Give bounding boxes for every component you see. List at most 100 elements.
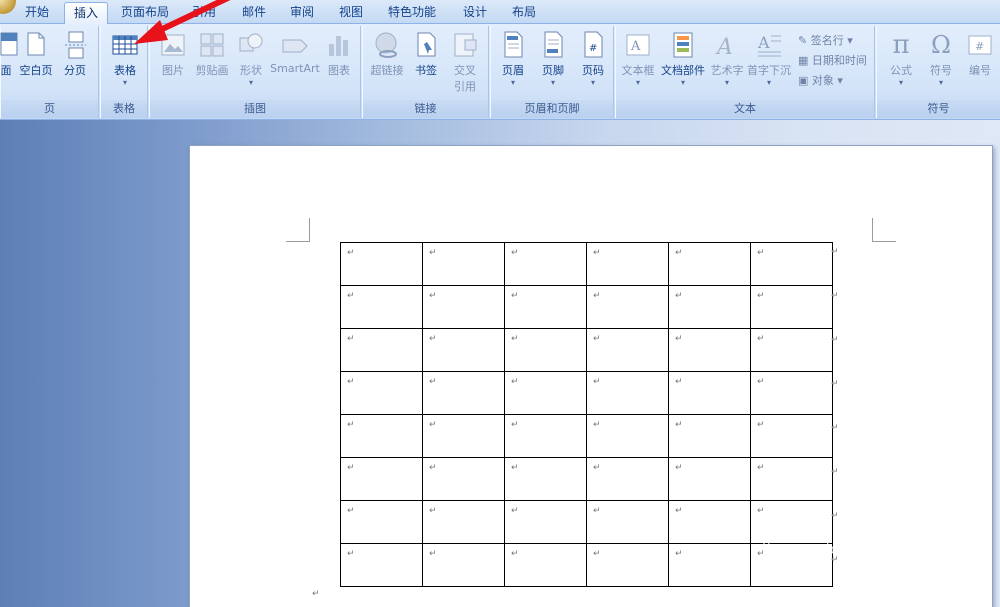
tab-home[interactable]: 开始 [18,2,56,24]
group-symbols: π 公式 ▾ Ω 符号 ▾ # 编号 符号 [876,26,1000,118]
table-cell[interactable]: ↵ [504,457,587,501]
svg-text:#: # [589,43,597,54]
table-cell[interactable]: ↵ [668,457,751,501]
svg-text:#: # [975,40,984,53]
blank-page-button[interactable]: 空白页 [18,30,54,78]
table-cell[interactable]: ↵ [422,242,505,286]
table-cell[interactable]: ↵ [422,457,505,501]
group-links-label: 链接 [363,100,488,118]
table-cell[interactable]: ↵ [422,500,505,544]
quick-parts-button[interactable]: 文档部件 ▾ [658,30,708,88]
tab-review[interactable]: 审阅 [284,2,320,24]
date-time-button[interactable]: ▦ 日期和时间 [798,52,867,68]
chart-button[interactable]: 图表 [322,30,356,78]
object-button[interactable]: ▣ 对象 ▾ [798,72,843,88]
table-cell[interactable]: ↵ [340,285,423,329]
bookmark-icon [417,32,436,57]
table-cell[interactable]: ↵ [586,414,669,458]
header-button[interactable]: 页眉 ▾ [495,30,531,88]
document-table[interactable]: ↵ ↵ ↵ ↵ ↵ ↵ ↵ ↵ ↵ ↵ ↵ ↵ ↵ ↵ ↵ ↵ ↵ ↵ ↵ ↵ ↵ ↵ ↵ ↵ ↵ ↵ ↵ ↵ ↵ ↵ ↵ ↵ ↵ ↵ ↵ ↵ ↵ ↵ ↵ ↵… [340,242,833,587]
watermark-url: jingyan.baidu.com [762,542,909,558]
table-cell[interactable]: ↵ [668,543,751,587]
table-cell[interactable]: ↵ [750,414,833,458]
table-cell[interactable]: ↵ [586,457,669,501]
table-button[interactable]: 表格 ▾ [107,30,143,88]
cross-reference-button[interactable]: 交叉 引用 [447,30,483,94]
table-cell[interactable]: ↵ [750,285,833,329]
tab-insert[interactable]: 插入 [64,2,108,25]
symbol-button[interactable]: Ω 符号 ▾ [921,30,961,88]
table-cell[interactable]: ↵ [504,285,587,329]
tab-layout[interactable]: 布局 [506,2,542,24]
drop-cap-button[interactable]: A 首字下沉 ▾ [746,30,792,88]
table-cell[interactable]: ↵ [586,285,669,329]
svg-text:A: A [715,35,733,60]
smartart-button[interactable]: SmartArt [270,30,320,75]
shapes-button[interactable]: 形状 ▾ [234,30,268,88]
table-cell[interactable]: ↵ [422,371,505,415]
table-cell[interactable]: ↵ [340,242,423,286]
wordart-button[interactable]: A 艺术字 ▾ [708,30,746,88]
table-cell[interactable]: ↵ [586,500,669,544]
table-cell[interactable]: ↵ [668,285,751,329]
ribbon: 面 空白页 分页 页 表格 ▾ 表格 图片 剪贴画 形状 ▾ SmartArt … [0,24,1000,120]
numbering-icon: # [968,35,992,55]
table-cell[interactable]: ↵ [340,371,423,415]
table-cell[interactable]: ↵ [504,414,587,458]
text-box-button[interactable]: A 文本框 ▾ [620,30,656,88]
office-button[interactable] [0,0,16,14]
table-cell[interactable]: ↵ [422,328,505,372]
tab-special-features[interactable]: 特色功能 [381,2,443,24]
tab-view[interactable]: 视图 [333,2,369,24]
table-cell[interactable]: ↵ [422,285,505,329]
table-cell[interactable]: ↵ [668,242,751,286]
blank-page-icon [27,32,45,56]
numbering-button[interactable]: # 编号 [961,30,999,78]
table-cell[interactable]: ↵ [668,414,751,458]
table-cell[interactable]: ↵ [586,242,669,286]
shapes-dropdown-icon: ▾ [248,78,253,87]
table-cell[interactable]: ↵ [586,371,669,415]
table-dropdown-icon: ▾ [122,78,127,87]
table-cell[interactable]: ↵ [750,371,833,415]
bookmark-button[interactable]: 书签 [409,30,443,78]
page-break-button[interactable]: 分页 [59,30,91,78]
table-cell[interactable]: ↵ [340,457,423,501]
picture-button[interactable]: 图片 [156,30,190,78]
footer-button[interactable]: 页脚 ▾ [535,30,571,88]
group-header-footer: 页眉 ▾ 页脚 ▾ # 页码 ▾ 页眉和页脚 [490,26,614,118]
tab-design[interactable]: 设计 [457,2,493,24]
table-cell[interactable]: ↵ [422,543,505,587]
table-cell[interactable]: ↵ [668,371,751,415]
table-cell[interactable]: ↵ [504,242,587,286]
table-cell[interactable]: ↵ [340,500,423,544]
table-cell[interactable]: ↵ [340,414,423,458]
group-illustrations-label: 插图 [150,100,360,118]
table-cell[interactable]: ↵ [504,500,587,544]
table-cell[interactable]: ↵ [750,242,833,286]
table-cell[interactable]: ↵ [668,328,751,372]
signature-line-button[interactable]: ✎ 签名行 ▾ [798,32,853,48]
equation-button[interactable]: π 公式 ▾ [881,30,921,88]
table-cell[interactable]: ↵ [340,328,423,372]
tab-mailings[interactable]: 邮件 [236,2,272,24]
tab-page-layout[interactable]: 页面布局 [114,2,176,24]
hyperlink-icon [375,32,397,58]
table-cell[interactable]: ↵ [586,328,669,372]
page-number-button[interactable]: # 页码 ▾ [575,30,611,88]
tab-references[interactable]: 引用 [186,2,222,24]
clip-art-button[interactable]: 剪贴画 [192,30,232,78]
table-cell[interactable]: ↵ [422,414,505,458]
table-cell[interactable]: ↵ [586,543,669,587]
table-cell[interactable]: ↵ [504,328,587,372]
table-cell[interactable]: ↵ [340,543,423,587]
footer-label: 页脚 [542,64,564,77]
table-cell[interactable]: ↵ [504,371,587,415]
text-box-icon: A [626,34,650,56]
hyperlink-button[interactable]: 超链接 [367,30,407,78]
table-cell[interactable]: ↵ [750,328,833,372]
end-of-row-mark: ↵ [831,247,839,257]
table-cell[interactable]: ↵ [504,543,587,587]
table-cell[interactable]: ↵ [668,500,751,544]
cover-page-button[interactable]: 面 [0,30,18,78]
